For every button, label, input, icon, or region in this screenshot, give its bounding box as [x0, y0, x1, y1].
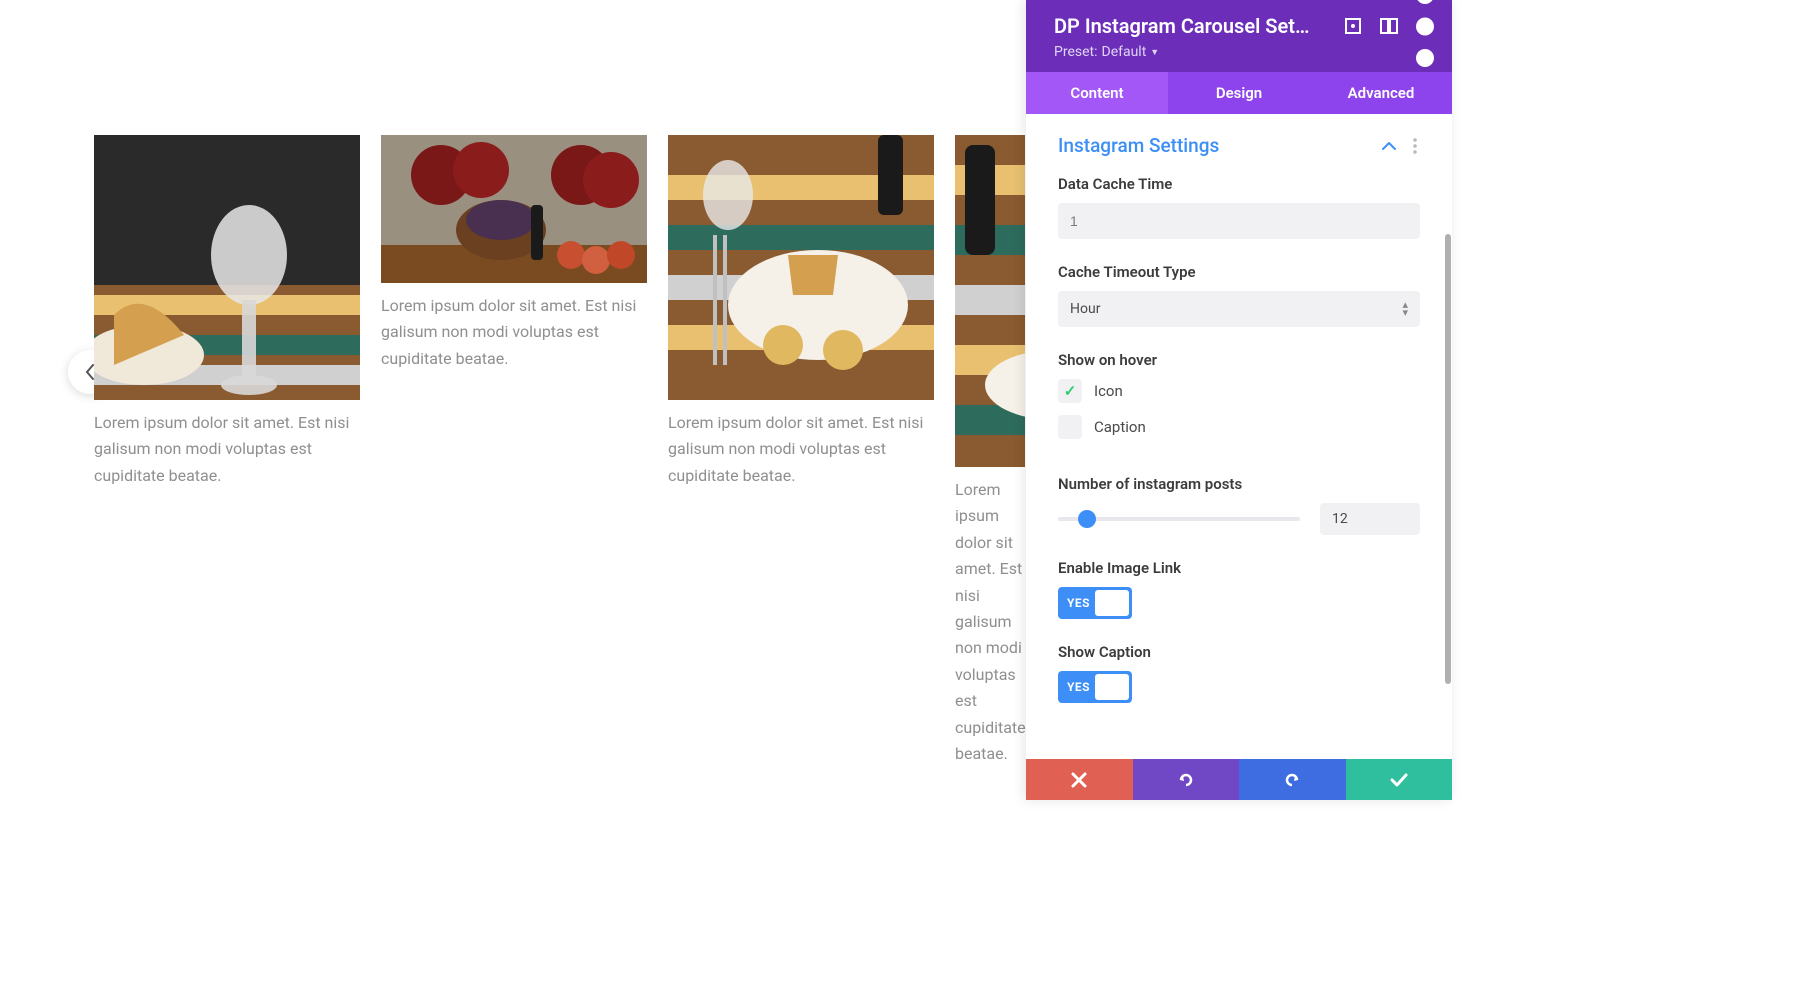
toggle-knob: [1095, 674, 1129, 700]
checkbox-caption[interactable]: [1058, 415, 1082, 439]
kebab-menu-icon[interactable]: [1408, 139, 1422, 153]
slider-thumb[interactable]: [1078, 510, 1096, 528]
field-show-caption: Show Caption YES: [1026, 643, 1452, 727]
checkbox-icon[interactable]: [1058, 379, 1082, 403]
dropdown-triangle-icon: ▼: [1150, 47, 1159, 58]
carousel-track: Lorem ipsum dolor sit amet. Est nisi gal…: [94, 135, 1025, 767]
snap-icon[interactable]: [1380, 17, 1398, 35]
field-label: Cache Timeout Type: [1058, 263, 1420, 281]
carousel-image: [94, 135, 360, 400]
expand-icon[interactable]: [1344, 17, 1362, 35]
carousel-item[interactable]: Lorem ipsum dolor sit amet. Est nisi gal…: [94, 135, 360, 767]
chevron-up-icon[interactable]: [1382, 139, 1396, 153]
section-title: Instagram Settings: [1058, 134, 1219, 157]
checkbox-label: Icon: [1094, 382, 1123, 400]
toggle-state: YES: [1058, 596, 1090, 610]
preset-prefix: Preset:: [1054, 44, 1098, 60]
preset-value: Default: [1102, 44, 1147, 60]
field-label: Number of instagram posts: [1058, 475, 1420, 493]
carousel-caption: Lorem ipsum dolor sit amet. Est nisi gal…: [381, 293, 647, 372]
section-header[interactable]: Instagram Settings: [1026, 114, 1452, 175]
field-label: Show on hover: [1058, 351, 1420, 369]
toggle-knob: [1095, 590, 1129, 616]
checkbox-label: Caption: [1094, 418, 1146, 436]
data-cache-time-input[interactable]: [1058, 203, 1420, 239]
num-posts-slider[interactable]: [1058, 517, 1300, 521]
carousel-item[interactable]: Lorem ipsum dolor sit amet. Est nisi gal…: [381, 135, 647, 767]
field-enable-image-link: Enable Image Link YES: [1026, 559, 1452, 643]
field-label: Enable Image Link: [1058, 559, 1420, 577]
show-caption-toggle[interactable]: YES: [1058, 671, 1132, 703]
tab-advanced[interactable]: Advanced: [1310, 72, 1452, 114]
field-label: Show Caption: [1058, 643, 1420, 661]
redo-button[interactable]: [1239, 759, 1346, 800]
toggle-state: YES: [1058, 680, 1090, 694]
carousel-preview: Lorem ipsum dolor sit amet. Est nisi gal…: [0, 0, 1025, 997]
panel-tabs: Content Design Advanced: [1026, 72, 1452, 114]
settings-panel: DP Instagram Carousel Sett... Preset: De…: [1026, 0, 1452, 800]
carousel-caption: Lorem ipsum dolor sit amet. Est nisi gal…: [94, 410, 360, 489]
save-button[interactable]: [1346, 759, 1453, 800]
carousel-item[interactable]: Lorem ipsum dolor sit amet. Est nisi gal…: [955, 135, 1025, 767]
carousel-image: [381, 135, 647, 283]
enable-image-link-toggle[interactable]: YES: [1058, 587, 1132, 619]
scrollbar-thumb[interactable]: [1445, 234, 1451, 684]
tab-design[interactable]: Design: [1168, 72, 1310, 114]
carousel-image: [955, 135, 1025, 467]
field-data-cache-time: Data Cache Time: [1026, 175, 1452, 263]
panel-title: DP Instagram Carousel Sett...: [1054, 14, 1314, 38]
cache-timeout-select[interactable]: Hour: [1058, 291, 1420, 327]
tab-content[interactable]: Content: [1026, 72, 1168, 114]
num-posts-value[interactable]: 12: [1320, 503, 1420, 535]
field-num-posts: Number of instagram posts 12: [1026, 475, 1452, 559]
carousel-caption: Lorem ipsum dolor sit amet. Est nisi gal…: [668, 410, 934, 489]
preset-dropdown[interactable]: Preset: Default ▼: [1054, 44, 1434, 60]
carousel-image: [668, 135, 934, 400]
carousel-caption: Lorem ipsum dolor sit amet. Est nisi gal…: [955, 477, 1025, 767]
undo-button[interactable]: [1133, 759, 1240, 800]
field-label: Data Cache Time: [1058, 175, 1420, 193]
panel-body: Instagram Settings Data Cache Time Cache…: [1026, 114, 1452, 759]
panel-header: DP Instagram Carousel Sett... Preset: De…: [1026, 0, 1452, 72]
field-cache-timeout-type: Cache Timeout Type Hour ▴▾: [1026, 263, 1452, 351]
kebab-menu-icon[interactable]: [1416, 17, 1434, 35]
panel-footer: [1026, 759, 1452, 800]
cancel-button[interactable]: [1026, 759, 1133, 800]
field-show-on-hover: Show on hover Icon Caption: [1026, 351, 1452, 475]
carousel-item[interactable]: Lorem ipsum dolor sit amet. Est nisi gal…: [668, 135, 934, 767]
